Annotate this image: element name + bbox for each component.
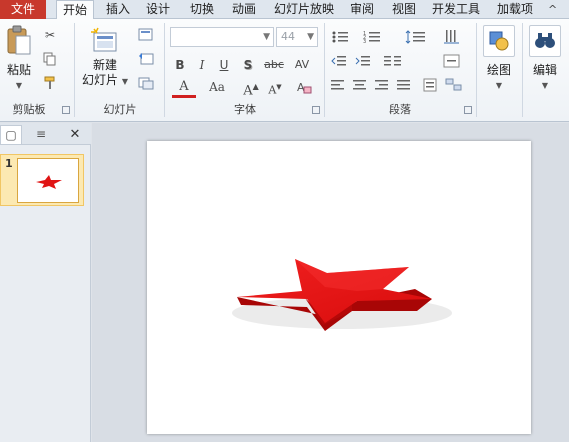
italic-button[interactable]: I: [194, 57, 210, 73]
editing-button[interactable]: 编辑 ▼: [526, 25, 564, 93]
clear-formatting-icon[interactable]: A: [296, 79, 312, 95]
underline-button[interactable]: U: [216, 57, 232, 73]
tab-developer[interactable]: 开发工具: [428, 0, 484, 19]
new-slide-button[interactable]: 新建 幻灯片 ▼: [80, 27, 130, 89]
svg-text:3: 3: [363, 39, 366, 44]
editing-dropdown-icon[interactable]: ▼: [526, 78, 564, 93]
font-size-dropdown-icon[interactable]: ▼: [307, 32, 314, 42]
align-text-icon[interactable]: [442, 53, 462, 69]
pane-close-icon[interactable]: ✕: [66, 125, 84, 144]
text-direction-icon[interactable]: [442, 29, 462, 45]
pane-tab-bar: ▢ ≡ ✕: [0, 123, 91, 145]
smartart-convert-icon[interactable]: [444, 77, 464, 93]
paste-button[interactable]: 粘贴 ▼: [4, 25, 34, 93]
font-size-field[interactable]: 44 ▼: [276, 27, 318, 47]
slides-group-label: 幻灯片: [103, 103, 137, 116]
font-group-label: 字体: [234, 103, 256, 116]
star-thumbnail-icon: [36, 175, 62, 189]
cut-icon[interactable]: ✂: [42, 27, 58, 43]
align-right-icon[interactable]: [374, 77, 390, 93]
group-divider: [74, 23, 75, 117]
tab-transitions[interactable]: 切换: [184, 0, 220, 19]
increase-indent-icon[interactable]: [354, 53, 372, 69]
font-name-field[interactable]: ▼: [170, 27, 274, 47]
slide-thumbnail-1[interactable]: 1: [0, 154, 84, 206]
slide-editing-area: [92, 123, 569, 442]
paragraph-dialog-launcher-icon[interactable]: [464, 106, 472, 114]
drawing-dropdown-icon[interactable]: ▼: [480, 78, 518, 93]
new-slide-label: 新建: [92, 58, 117, 72]
decrease-font-size-button[interactable]: A▼: [264, 79, 286, 97]
align-center-icon[interactable]: [352, 77, 368, 93]
character-spacing-button[interactable]: AV: [290, 57, 314, 73]
new-slide-dropdown-icon[interactable]: ▼: [122, 77, 128, 86]
minimize-ribbon-icon[interactable]: ^: [548, 0, 560, 19]
slides-tab-icon: ▢: [5, 128, 17, 142]
section-icon[interactable]: [136, 75, 158, 91]
slide-number: 1: [5, 157, 13, 170]
tab-home[interactable]: 开始: [56, 0, 94, 20]
shadow-button[interactable]: S: [240, 57, 256, 73]
tab-animations[interactable]: 动画: [226, 0, 262, 19]
copy-icon[interactable]: [42, 51, 58, 67]
group-divider: [522, 23, 523, 117]
red-star-shape[interactable]: [147, 141, 531, 434]
slide-thumbnail-preview[interactable]: [17, 158, 79, 203]
editing-label: 编辑: [532, 63, 557, 77]
change-case-button[interactable]: Aa: [204, 79, 230, 95]
paragraph-group-label: 段落: [389, 103, 411, 116]
numbering-icon[interactable]: 123: [362, 29, 384, 45]
group-divider: [164, 23, 165, 117]
tab-view[interactable]: 视图: [386, 0, 422, 19]
tab-insert[interactable]: 插入: [100, 0, 136, 19]
tab-slideshow[interactable]: 幻灯片放映: [268, 0, 340, 19]
layout-icon[interactable]: [136, 27, 158, 43]
drawing-label: 绘图: [486, 63, 511, 77]
shapes-icon: [489, 31, 509, 51]
outline-tab-icon: ≡: [35, 127, 47, 141]
align-left-icon[interactable]: [330, 77, 346, 93]
distributed-icon[interactable]: [422, 77, 438, 93]
tab-addins[interactable]: 加载项: [492, 0, 538, 19]
font-name-dropdown-icon[interactable]: ▼: [263, 32, 270, 42]
ribbon-tab-bar: 文件 开始 插入 设计 切换 动画 幻灯片放映 审阅 视图 开发工具 加载项 ^: [0, 0, 569, 20]
font-color-button[interactable]: A: [172, 79, 196, 98]
new-slide-icon: [91, 27, 117, 52]
new-slide-label-2: 幻灯片 ▼: [82, 73, 128, 87]
ribbon: 粘贴 ▼ ✂ 剪贴板 新建 幻灯片 ▼ 幻灯片 ▼ 44 ▼ B I U S a…: [0, 19, 569, 122]
bullets-icon[interactable]: [330, 29, 352, 45]
drawing-button[interactable]: 绘图 ▼: [480, 25, 518, 93]
strikethrough-button[interactable]: abc: [262, 57, 286, 73]
decrease-indent-icon[interactable]: [330, 53, 348, 69]
group-divider: [476, 23, 477, 117]
increase-font-size-button[interactable]: A▲: [240, 79, 262, 98]
tab-outline[interactable]: ≡: [26, 125, 56, 144]
slide-canvas[interactable]: [147, 141, 531, 434]
tab-review[interactable]: 审阅: [344, 0, 380, 19]
clipboard-dialog-launcher-icon[interactable]: [62, 106, 70, 114]
font-dialog-launcher-icon[interactable]: [312, 106, 320, 114]
group-divider: [324, 23, 325, 117]
tab-design[interactable]: 设计: [140, 0, 176, 19]
binoculars-icon: [535, 33, 555, 48]
tab-slides[interactable]: ▢: [0, 125, 22, 144]
clipboard-paste-icon: [7, 25, 31, 55]
reset-icon[interactable]: [136, 51, 158, 67]
paste-dropdown-icon[interactable]: ▼: [4, 78, 34, 93]
justify-icon[interactable]: [396, 77, 412, 93]
slides-pane: ▢ ≡ ✕ 1: [0, 123, 91, 442]
format-painter-icon[interactable]: [42, 75, 58, 91]
line-spacing-icon[interactable]: [404, 29, 428, 45]
tab-file[interactable]: 文件: [0, 0, 46, 19]
columns-icon[interactable]: [382, 53, 404, 69]
bold-button[interactable]: B: [172, 57, 188, 73]
paste-label: 粘贴: [6, 63, 31, 77]
clipboard-group-label: 剪贴板: [12, 103, 46, 116]
